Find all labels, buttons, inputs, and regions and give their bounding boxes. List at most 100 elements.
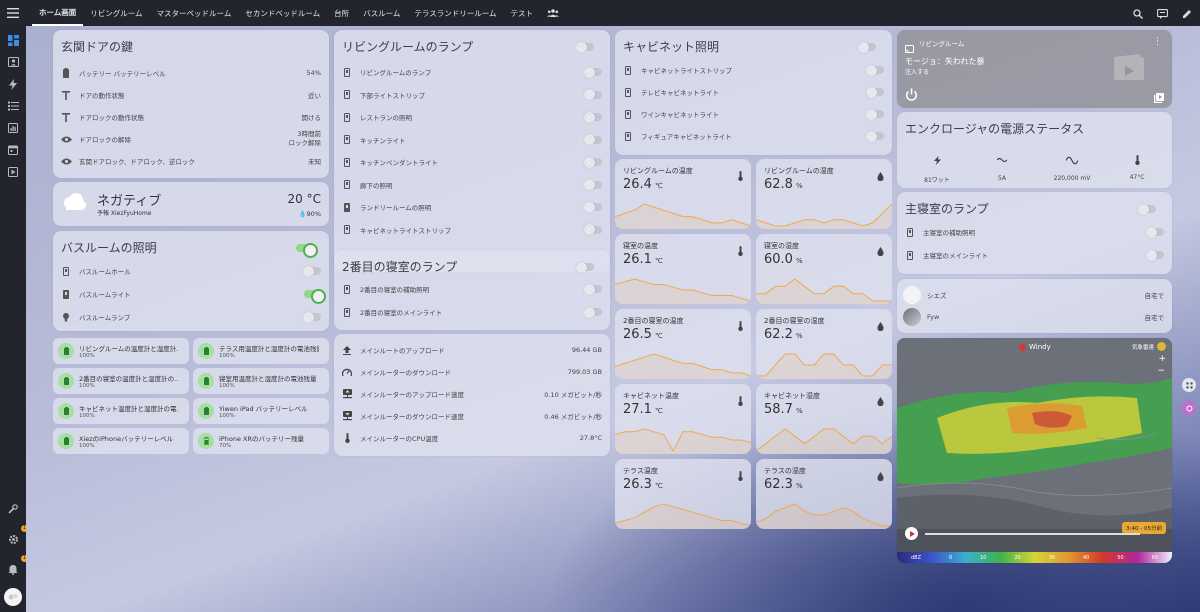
more-vertical-icon[interactable]: ⋮ xyxy=(1153,37,1162,47)
entity-row[interactable]: ドアの動作状態 近い xyxy=(53,84,329,106)
sensor-card[interactable]: リビングルームの温度 26.4 ℃ xyxy=(615,159,751,229)
light-toggle[interactable] xyxy=(584,134,602,145)
entity-row[interactable]: バスルームランプ xyxy=(53,306,329,328)
light-toggle[interactable] xyxy=(584,283,602,295)
entity-row[interactable]: バッテリー バッテリーレベル 54% xyxy=(53,62,329,84)
zoom-in-button[interactable]: + xyxy=(1158,354,1166,364)
entity-row[interactable]: キャビネットライトストリップ xyxy=(334,219,610,241)
light-toggle[interactable] xyxy=(584,66,602,78)
tab-living-room[interactable]: リビングルーム xyxy=(83,0,149,26)
entity-row[interactable]: テレビキャビネットライト xyxy=(615,81,892,103)
developer-tools-icon[interactable] xyxy=(0,498,26,520)
entity-row[interactable]: リビングルームのランプ xyxy=(334,61,610,83)
sensor-card[interactable]: テラス温度 26.3 ℃ xyxy=(615,459,751,529)
tab-test[interactable]: テスト xyxy=(504,0,541,26)
light-toggle[interactable] xyxy=(584,89,602,100)
entity-row[interactable]: 玄関ドアロック、ドアロック、逆ロック 未知 xyxy=(53,150,329,172)
overview-icon[interactable] xyxy=(0,29,26,51)
power-icon[interactable] xyxy=(905,86,918,105)
battery-chip[interactable]: リビングルームの温度計と湿度計... 100% xyxy=(53,338,189,364)
power-item[interactable]: 47°C xyxy=(1117,150,1157,181)
light-toggle[interactable] xyxy=(584,201,602,213)
logbook-icon[interactable] xyxy=(0,95,26,117)
media-browser-icon[interactable] xyxy=(0,161,26,183)
light-toggle[interactable] xyxy=(1146,249,1164,261)
light-toggle[interactable] xyxy=(584,156,602,168)
light-toggle[interactable] xyxy=(584,179,602,190)
layer-icon[interactable] xyxy=(1157,342,1166,351)
map-icon[interactable] xyxy=(0,51,26,73)
sensor-card[interactable]: 2番目の寝室の温度 26.5 ℃ xyxy=(615,309,751,379)
entity-row[interactable]: メインルーターのダウンロード 799.03 GB xyxy=(334,361,610,383)
history-chart-icon[interactable] xyxy=(0,117,26,139)
assist-icon[interactable] xyxy=(1157,4,1168,23)
entity-row[interactable]: ドアロックの動作状態 開ける xyxy=(53,106,329,128)
entity-row[interactable]: メインルーターのダウンロード速度 0.46 メガビット/秒 xyxy=(334,405,610,427)
light-toggle[interactable] xyxy=(866,64,884,76)
entity-row[interactable]: ワインキャビネットライト xyxy=(615,103,892,125)
play-button[interactable] xyxy=(905,527,918,540)
entity-row[interactable]: バスルームライト xyxy=(53,283,329,305)
entity-row[interactable]: キャビネットライトストリップ xyxy=(615,59,892,81)
battery-chip[interactable]: 2番目の寝室の温度計と湿度計の... 100% xyxy=(53,368,189,394)
zoom-out-button[interactable]: − xyxy=(1157,366,1165,376)
tab-second-bedroom[interactable]: セカンドベッドルーム xyxy=(238,0,327,26)
battery-chip[interactable]: Yiwen iPad バッテリーレベル 100% xyxy=(193,398,329,424)
light-toggle[interactable] xyxy=(584,306,602,318)
light-toggle[interactable] xyxy=(584,224,602,235)
entity-row[interactable]: メインルーターのCPU温度 27.8°C xyxy=(334,427,610,449)
group-toggle[interactable] xyxy=(576,41,594,53)
battery-chip[interactable]: iPhone XRのバッテリー残量 70% xyxy=(193,428,329,454)
group-toggle[interactable] xyxy=(576,261,594,273)
power-item[interactable]: 220,000 mV xyxy=(1047,150,1097,182)
edit-pencil-icon[interactable] xyxy=(1182,4,1192,23)
light-toggle[interactable] xyxy=(866,130,884,142)
entity-row[interactable]: 2番目の寝室のメインライト xyxy=(334,301,610,323)
entity-row[interactable]: ドアロックの解除 3時間前 ロック解除 xyxy=(53,128,329,150)
battery-chip[interactable]: XiezのiPhoneバッテリーレベル 100% xyxy=(53,428,189,454)
tab-master-bedroom[interactable]: マスターベッドルーム xyxy=(150,0,239,26)
notifications-bell-icon[interactable]: 1 xyxy=(0,555,28,580)
entity-row[interactable]: 主寝室のメインライト xyxy=(897,244,1172,266)
sensor-card[interactable]: 寝室の温度 26.1 ℃ xyxy=(615,234,751,304)
user-avatar[interactable] xyxy=(4,588,22,606)
entity-row[interactable]: メインルートのアップロード 96.44 GB xyxy=(334,339,610,361)
radar-map-card[interactable]: Windy 気象雷達 + − 3:40 - 05分前 dBZ 0 10 20 3… xyxy=(897,338,1172,563)
power-item[interactable]: 5A xyxy=(982,150,1022,182)
media-browse-icon[interactable] xyxy=(1154,88,1164,107)
battery-chip[interactable]: テラス用温度計と湿度計の電池残量 100% xyxy=(193,338,329,364)
calendar-icon[interactable] xyxy=(0,139,26,161)
light-toggle[interactable] xyxy=(866,108,884,120)
floating-share-button[interactable] xyxy=(1182,378,1196,392)
light-toggle[interactable] xyxy=(303,311,321,323)
person-row[interactable]: シエズ 自宅で xyxy=(897,284,1172,306)
light-toggle[interactable] xyxy=(1146,226,1164,238)
tab-kitchen[interactable]: 台所 xyxy=(327,0,356,26)
settings-gear-icon[interactable]: 1 xyxy=(0,525,28,550)
group-toggle[interactable] xyxy=(1138,203,1156,215)
entity-row[interactable]: 主寝室の補助照明 xyxy=(897,221,1172,243)
sensor-card[interactable]: 2番目の寝室の湿度 62.2% xyxy=(756,309,892,379)
person-row[interactable]: Fyw 自宅で xyxy=(897,306,1172,328)
light-toggle[interactable] xyxy=(584,111,602,123)
tab-bathroom[interactable]: バスルーム xyxy=(356,0,407,26)
sensor-card[interactable]: キャビネット湿度 58.7% xyxy=(756,384,892,454)
entity-row[interactable]: 2番目の寝室の補助照明 xyxy=(334,278,610,300)
sensor-card[interactable]: テラスの湿度 62.3% xyxy=(756,459,892,529)
weather-card[interactable]: ネガティブ 予報 XiezFyuHome 20 °C 💧90% xyxy=(53,182,329,226)
entity-row[interactable]: バスルームホール xyxy=(53,260,329,282)
light-toggle[interactable] xyxy=(303,265,321,277)
entity-row[interactable]: キッチンライト xyxy=(334,129,610,151)
search-icon[interactable] xyxy=(1133,4,1143,23)
sensor-card[interactable]: 寝室の湿度 60.0% xyxy=(756,234,892,304)
light-toggle[interactable] xyxy=(304,288,326,304)
energy-icon[interactable] xyxy=(0,73,26,95)
entity-row[interactable]: キッチンペンダントライト xyxy=(334,151,610,173)
menu-icon[interactable] xyxy=(0,0,26,26)
entity-row[interactable]: メインルーターのアップロード速度 0.10 メガビット/秒 xyxy=(334,383,610,405)
battery-chip[interactable]: キャビネット温度計と湿度計の電... 100% xyxy=(53,398,189,424)
sensor-card[interactable]: キャビネット温度 27.1 ℃ xyxy=(615,384,751,454)
tab-terrace-laundry[interactable]: テラスランドリールーム xyxy=(407,0,503,26)
entity-row[interactable]: フィギュアキャビネットライト xyxy=(615,125,892,147)
timeline-slider[interactable] xyxy=(925,533,1140,535)
